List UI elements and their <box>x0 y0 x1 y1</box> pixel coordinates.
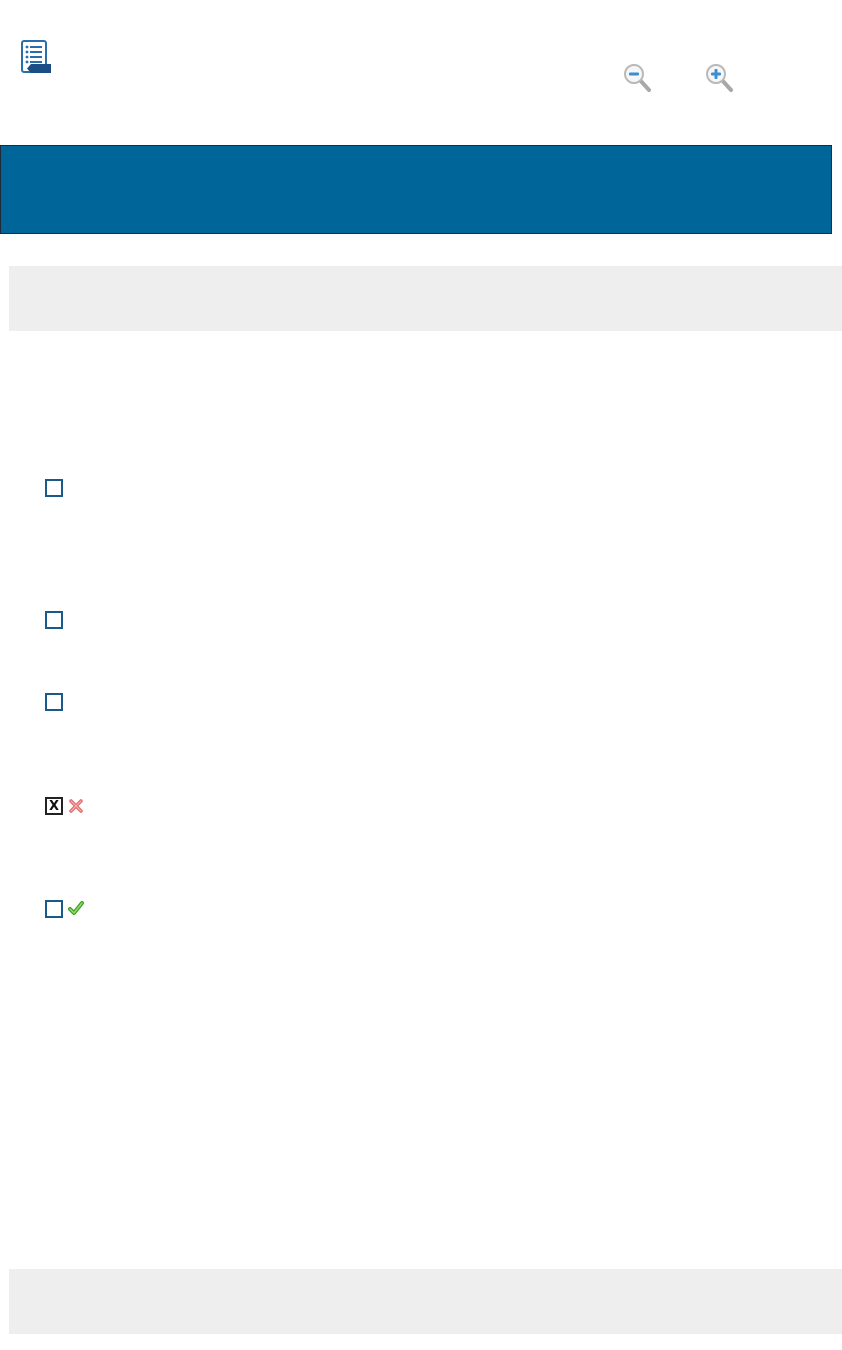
header-bar <box>0 145 832 234</box>
incorrect-x-icon <box>68 798 84 814</box>
document-list-icon[interactable] <box>18 40 54 76</box>
option-checkbox-3[interactable] <box>45 693 63 711</box>
zoom-in-icon <box>704 62 738 96</box>
correct-check-icon <box>68 900 84 916</box>
toolbar <box>0 0 842 120</box>
option-checkbox-5[interactable] <box>45 900 63 918</box>
zoom-out-icon <box>622 62 656 96</box>
option-checkbox-4[interactable]: X <box>45 797 63 815</box>
info-bar-bottom <box>9 1269 842 1334</box>
zoom-in-button[interactable] <box>704 62 738 96</box>
zoom-out-button[interactable] <box>622 62 656 96</box>
info-bar-top <box>9 266 842 331</box>
option-checkbox-1[interactable] <box>45 479 63 497</box>
option-checkbox-2[interactable] <box>45 611 63 629</box>
